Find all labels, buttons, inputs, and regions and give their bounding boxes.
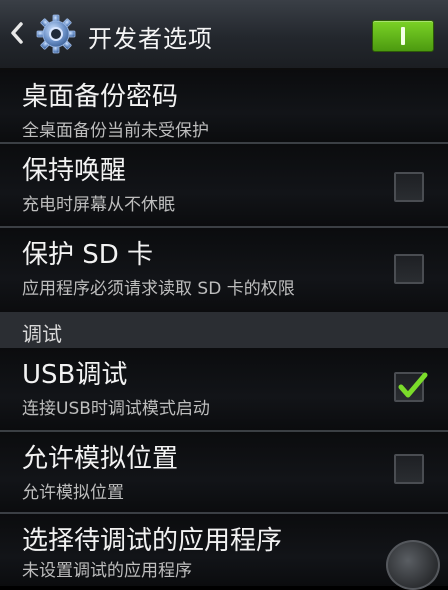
stay-awake-checkbox[interactable]	[394, 172, 424, 202]
list-item-subtitle: 全桌面备份当前未受保护	[22, 121, 209, 141]
list-item-title: 允许模拟位置	[22, 444, 179, 474]
list-item-title: USB调试	[22, 360, 128, 390]
protect-sd-card-checkbox[interactable]	[394, 254, 424, 284]
back-button[interactable]	[6, 16, 28, 50]
switch-on-indicator	[401, 27, 405, 45]
developer-options-switch[interactable]	[372, 20, 434, 52]
list-item-protect-sd-card[interactable]: 保护 SD 卡 应用程序必须请求读取 SD 卡的权限	[0, 228, 448, 312]
list-item-select-debug-app[interactable]: 选择待调试的应用程序 未设置调试的应用程序	[0, 514, 448, 586]
gear-icon	[36, 14, 76, 54]
action-bar: 开发者选项	[0, 0, 448, 70]
list-item-usb-debugging[interactable]: USB调试 连接USB时调试模式启动	[0, 348, 448, 430]
page-title: 开发者选项	[88, 25, 213, 53]
list-item-subtitle: 连接USB时调试模式启动	[22, 399, 210, 419]
allow-mock-locations-checkbox[interactable]	[394, 454, 424, 484]
section-title: 调试	[22, 322, 62, 346]
list-item-subtitle: 充电时屏幕从不休眠	[22, 195, 175, 215]
list-item-title: 保护 SD 卡	[22, 240, 154, 270]
list-item-subtitle: 应用程序必须请求读取 SD 卡的权限	[22, 279, 295, 299]
chevron-left-icon	[11, 22, 23, 44]
list-item-stay-awake[interactable]: 保持唤醒 充电时屏幕从不休眠	[0, 144, 448, 226]
list-item-desktop-backup-password[interactable]: 桌面备份密码 全桌面备份当前未受保护	[0, 70, 448, 142]
list-item-title: 选择待调试的应用程序	[22, 526, 283, 556]
section-header-debugging: 调试	[0, 312, 448, 348]
list-item-allow-mock-locations[interactable]: 允许模拟位置 允许模拟位置	[0, 432, 448, 512]
list-item-subtitle: 允许模拟位置	[22, 483, 124, 503]
partially-visible-icon	[386, 540, 440, 590]
checkmark-icon	[398, 372, 428, 398]
list-item-title: 桌面备份密码	[22, 82, 179, 112]
list-item-title: 保持唤醒	[22, 156, 127, 186]
usb-debugging-checkbox[interactable]	[394, 372, 428, 402]
list-item-subtitle: 未设置调试的应用程序	[22, 561, 192, 581]
